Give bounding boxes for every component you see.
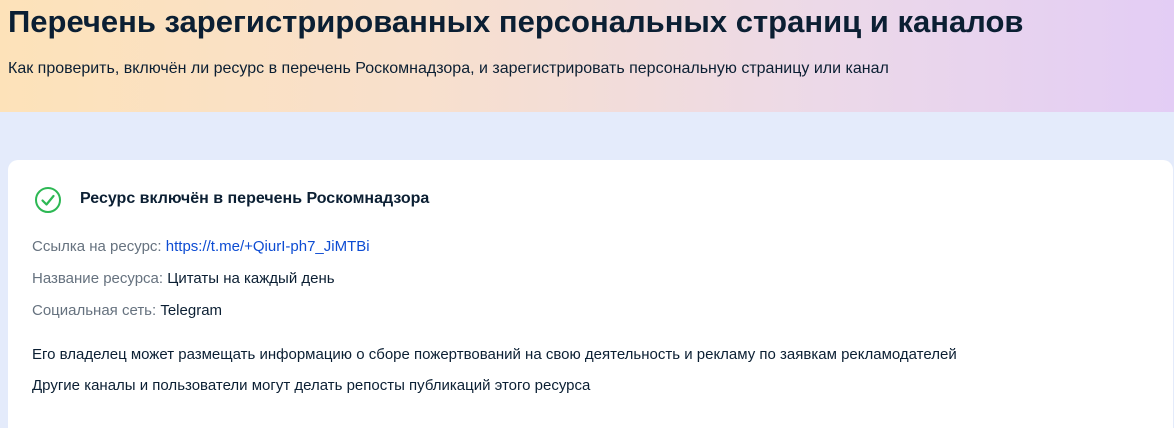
resource-name-value: Цитаты на каждый день bbox=[167, 270, 335, 287]
owner-rights-note: Его владелец может размещать информацию … bbox=[32, 346, 957, 363]
result-card: Ресурс включён в перечень Роскомнадзора … bbox=[8, 160, 1173, 428]
resource-link-label: Ссылка на ресурс: bbox=[32, 238, 166, 255]
social-network-value: Telegram bbox=[160, 302, 223, 319]
social-network-row: Социальная сеть: Telegram bbox=[32, 301, 222, 321]
page-title: Перечень зарегистрированных персональных… bbox=[8, 4, 1024, 39]
page-header: Перечень зарегистрированных персональных… bbox=[0, 0, 1174, 112]
social-network-label: Социальная сеть: bbox=[32, 302, 161, 319]
repost-note: Другие каналы и пользователи могут делат… bbox=[32, 377, 591, 394]
page-subtitle: Как проверить, включён ли ресурс в переч… bbox=[8, 60, 889, 77]
resource-name-label: Название ресурса: bbox=[32, 270, 168, 287]
status-title: Ресурс включён в перечень Роскомнадзора bbox=[80, 190, 430, 207]
resource-link-row: Ссылка на ресурс: https://t.me/+QiurI-ph… bbox=[32, 237, 370, 257]
check-circle-icon bbox=[34, 186, 62, 214]
resource-link[interactable]: https://t.me/+QiurI-ph7_JiMTBi bbox=[166, 238, 370, 255]
resource-name-row: Название ресурса: Цитаты на каждый день bbox=[32, 269, 335, 289]
